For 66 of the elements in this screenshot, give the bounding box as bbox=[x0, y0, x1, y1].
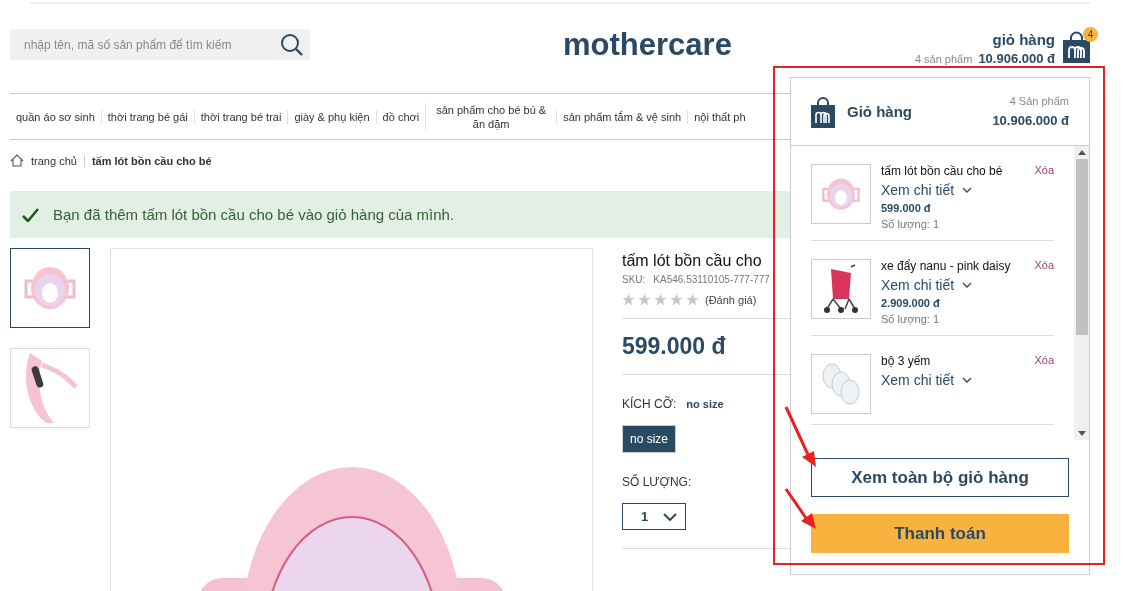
scrollbar[interactable] bbox=[1074, 146, 1089, 440]
nav-link[interactable]: sản phẩm cho bé bú & ăn dặm bbox=[425, 102, 557, 131]
nav-link[interactable]: sản phẩm tắm & vệ sinh bbox=[556, 109, 688, 124]
nav-link[interactable]: quần áo sơ sinh bbox=[10, 109, 101, 124]
breadcrumb-link[interactable]: trang chủ bbox=[31, 154, 77, 167]
scroll-up-icon[interactable] bbox=[1077, 150, 1086, 155]
annotation-arrow bbox=[784, 487, 818, 531]
cart-item-name[interactable]: xe đẩy nanu - pink daisy bbox=[881, 259, 1011, 273]
alert-message: Bạn đã thêm tấm lót bồn cầu cho bé vào giỏ hàng của mình. bbox=[53, 206, 455, 223]
chevron-down-icon bbox=[962, 282, 973, 288]
product-title: tấm lót bồn cầu cho bbox=[622, 252, 763, 270]
nav-link[interactable]: giày & phụ kiện bbox=[287, 109, 376, 124]
annotation-arrow bbox=[784, 405, 818, 469]
remove-link[interactable]: Xóa bbox=[1034, 259, 1054, 273]
chevron-down-icon bbox=[663, 512, 677, 521]
cart-item-name[interactable]: tấm lót bồn cầu cho bé bbox=[881, 164, 1003, 178]
nav-link[interactable]: thời trang bé trai bbox=[193, 109, 288, 124]
cart-item-name[interactable]: bộ 3 yếm bbox=[881, 354, 931, 368]
size-option[interactable]: no size bbox=[622, 425, 677, 453]
star-rating[interactable] bbox=[622, 293, 699, 306]
cart-total: 10.906.000 đ bbox=[992, 113, 1069, 128]
quantity-select[interactable]: 1 bbox=[622, 503, 686, 530]
shopping-bag-icon bbox=[811, 95, 835, 128]
cart-item-quantity: Số lượng: 1 bbox=[881, 313, 940, 325]
sku-value: KA546.53110105-777-777 bbox=[653, 274, 770, 285]
shopping-bag-icon[interactable] bbox=[1063, 30, 1090, 63]
product-thumbnail[interactable] bbox=[10, 248, 90, 328]
nav-link[interactable]: thời trang bé gái bbox=[100, 109, 194, 124]
star-icon bbox=[686, 293, 699, 306]
sku-label: SKU: bbox=[622, 274, 646, 285]
details-toggle[interactable]: Xem chi tiết bbox=[881, 372, 1054, 388]
star-icon bbox=[670, 293, 683, 306]
remove-link[interactable]: Xóa bbox=[1034, 354, 1054, 368]
breadcrumb-link[interactable]: tấm lót bồn cầu cho bé bbox=[91, 154, 212, 167]
cart-item-price: 2.909.000 đ bbox=[881, 297, 941, 309]
chevron-down-icon bbox=[962, 187, 973, 193]
cart-item-image[interactable] bbox=[811, 259, 871, 319]
remove-link[interactable]: Xóa bbox=[1034, 164, 1054, 178]
cart-total: 10.906.000 đ bbox=[978, 50, 1055, 66]
size-value: no size bbox=[686, 398, 724, 410]
star-icon bbox=[654, 293, 667, 306]
search-icon[interactable] bbox=[280, 33, 304, 57]
home-icon[interactable] bbox=[10, 154, 24, 167]
cart-item-price: 599.000 đ bbox=[881, 202, 932, 214]
view-cart-button[interactable]: Xem toàn bộ giỏ hàng bbox=[811, 458, 1069, 497]
details-toggle[interactable]: Xem chi tiết bbox=[881, 277, 1054, 293]
size-label: KÍCH CỠ: bbox=[622, 397, 677, 411]
nav-link[interactable]: nội thất ph bbox=[687, 109, 752, 124]
cart-item-count: 4 Sản phẩm bbox=[1009, 95, 1069, 107]
cart-badge: 4 bbox=[1083, 26, 1098, 42]
details-toggle[interactable]: Xem chi tiết bbox=[881, 182, 1054, 198]
cart-item-quantity: Số lượng: 1 bbox=[881, 218, 940, 230]
review-link[interactable]: (Đánh giá) bbox=[705, 293, 757, 306]
scroll-down-icon[interactable] bbox=[1077, 431, 1086, 436]
nav-link[interactable]: đồ chơi bbox=[375, 109, 426, 124]
logo[interactable]: mothercare bbox=[310, 26, 915, 63]
cart-link[interactable]: giỏ hàng bbox=[992, 30, 1055, 48]
chevron-down-icon bbox=[962, 377, 973, 383]
search-field[interactable]: nhập tên, mã số sản phẩm để tìm kiếm bbox=[10, 29, 310, 60]
checkmark-icon bbox=[22, 207, 39, 222]
cart-item-count: 4 sản phẩm bbox=[914, 52, 973, 65]
checkout-button[interactable]: Thanh toán bbox=[811, 514, 1069, 553]
star-icon bbox=[638, 293, 651, 306]
cart-title: Giỏ hàng bbox=[847, 103, 913, 120]
quantity-label: SỐ LƯỢNG: bbox=[622, 475, 693, 489]
star-icon bbox=[622, 293, 635, 306]
